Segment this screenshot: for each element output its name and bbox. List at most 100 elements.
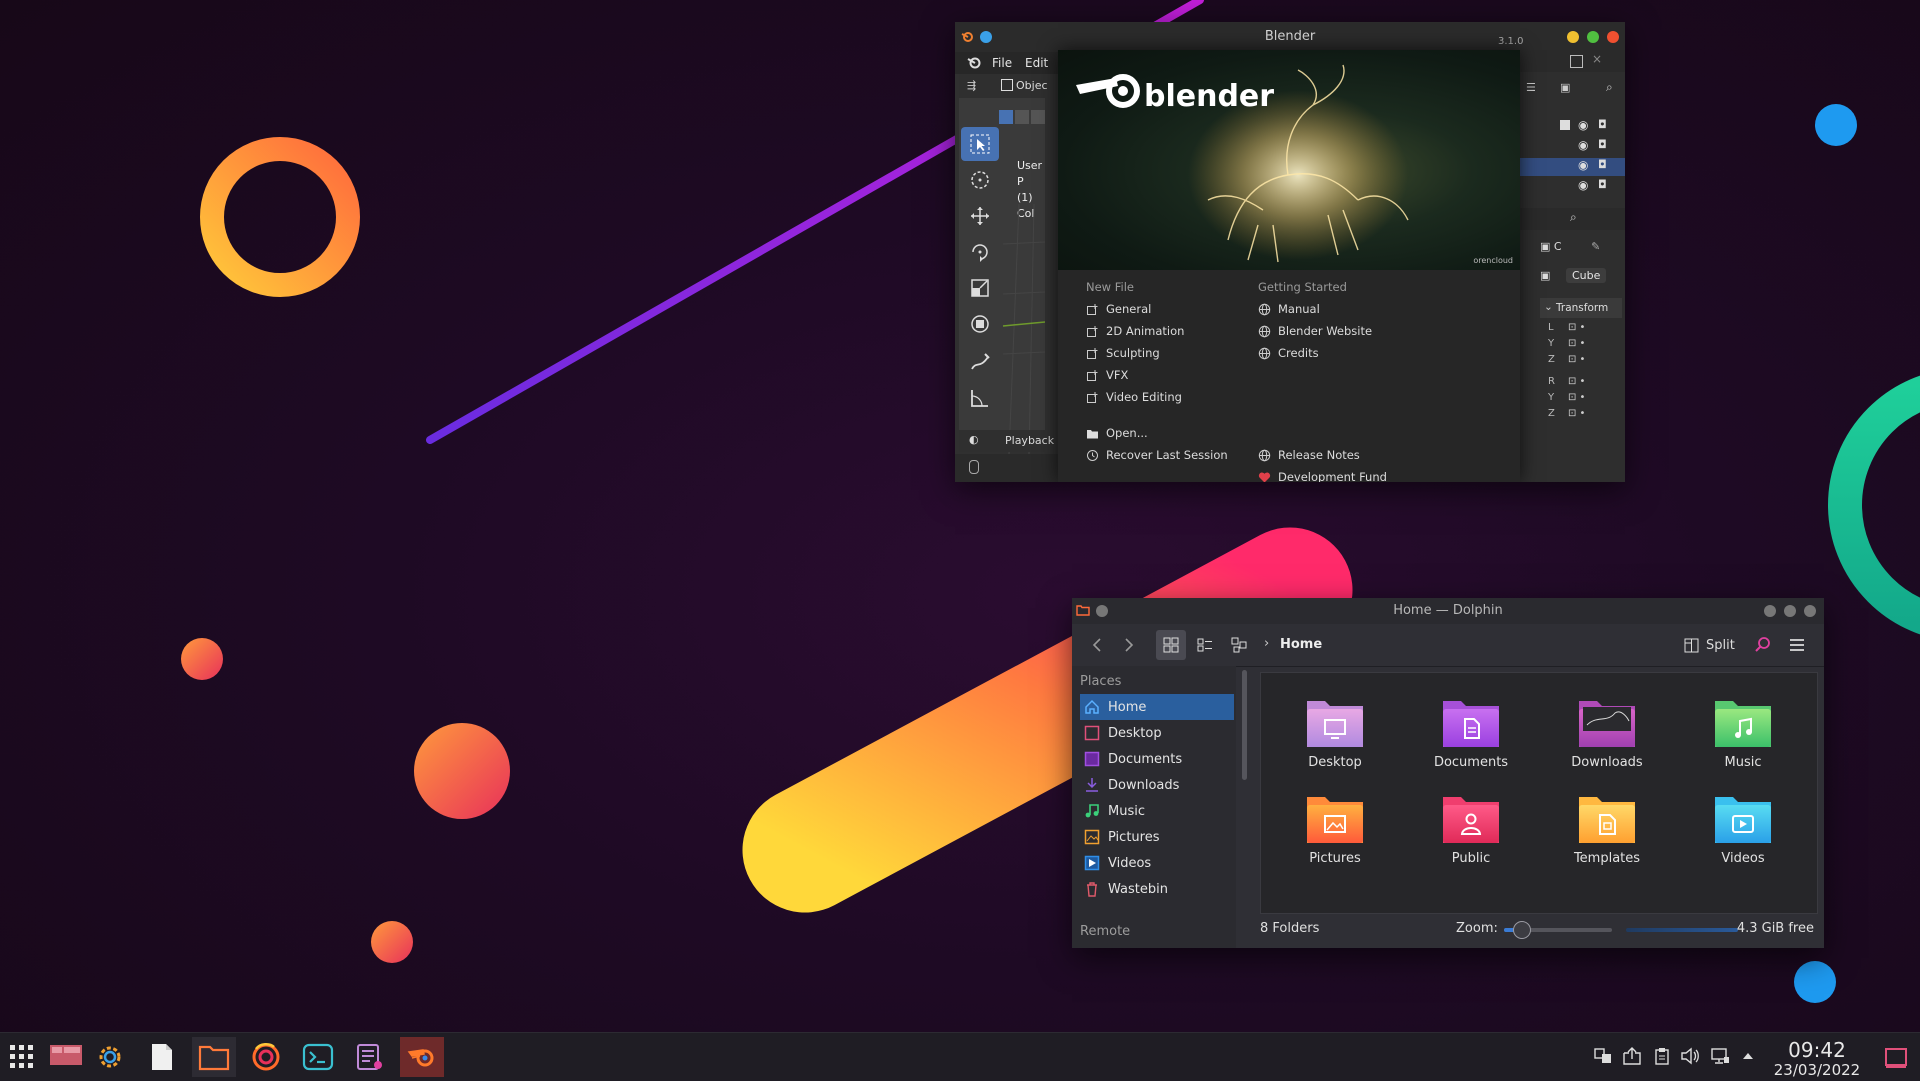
new-video-editing[interactable]: Video Editing	[1086, 386, 1228, 408]
app-launcher-button[interactable]	[0, 1037, 44, 1077]
place-music[interactable]: Music	[1080, 798, 1234, 824]
render-camera-icon[interactable]: ◘	[1598, 118, 1607, 131]
place-pictures[interactable]: Pictures	[1080, 824, 1234, 850]
playback-menu[interactable]: Playback	[1005, 434, 1054, 447]
split-button[interactable]: Split	[1684, 634, 1735, 656]
remove-scene-icon[interactable]: ×	[1592, 52, 1602, 66]
text-file-launcher[interactable]	[140, 1037, 184, 1077]
place-downloads[interactable]: Downloads	[1080, 772, 1234, 798]
transform-axis-row[interactable]: Y ⊡ •	[1542, 392, 1612, 406]
timeline-editor-icon[interactable]: ◐	[969, 433, 979, 446]
visibility-eye-icon[interactable]: ◉	[1578, 158, 1588, 172]
zoom-slider-handle[interactable]	[1512, 921, 1531, 939]
transform-axis-row[interactable]: Y ⊡ •	[1542, 338, 1612, 352]
close-button[interactable]	[1804, 605, 1816, 617]
render-camera-icon[interactable]: ◘	[1598, 178, 1607, 191]
folder-desktop[interactable]: Desktop	[1285, 695, 1385, 770]
lock-icon[interactable]: ⊡ •	[1568, 338, 1585, 349]
minimize-button[interactable]	[1567, 31, 1579, 43]
folder-videos[interactable]: Videos	[1693, 791, 1793, 866]
visibility-eye-icon[interactable]: ◉	[1578, 178, 1588, 192]
outliner-editor-icon[interactable]: ☰	[1526, 81, 1536, 94]
select-extend-icon[interactable]	[1015, 110, 1029, 124]
new-sculpting[interactable]: Sculpting	[1086, 342, 1228, 364]
place-home[interactable]: Home	[1080, 694, 1234, 720]
lock-icon[interactable]: ⊡ •	[1568, 408, 1585, 419]
outliner-search-icon[interactable]: ⌕	[1606, 80, 1613, 95]
new-scene-icon[interactable]	[1570, 55, 1583, 68]
icons-view-button[interactable]	[1156, 630, 1186, 660]
object-name-field[interactable]: ▣ Cube	[1540, 268, 1620, 286]
new-vfx[interactable]: VFX	[1086, 364, 1228, 386]
firefox-launcher[interactable]	[244, 1037, 288, 1077]
pin-icon[interactable]: ✎	[1591, 240, 1600, 253]
digital-clock[interactable]: 09:42 23/03/2022	[1762, 1039, 1872, 1079]
zoom-slider[interactable]	[1504, 921, 1612, 939]
volume-icon[interactable]	[1680, 1047, 1700, 1065]
folder-downloads[interactable]: Downloads	[1557, 695, 1657, 770]
forward-button[interactable]	[1114, 630, 1144, 660]
breadcrumb-home[interactable]: Home	[1280, 637, 1322, 652]
lock-icon[interactable]: ⊡ •	[1568, 354, 1585, 365]
compact-view-button[interactable]	[1190, 630, 1220, 660]
folder-public[interactable]: Public	[1421, 791, 1521, 866]
tray-expand-arrow-icon[interactable]	[1742, 1051, 1754, 1061]
desktop-pager[interactable]	[44, 1035, 88, 1075]
search-button[interactable]	[1748, 630, 1778, 660]
place-videos[interactable]: Videos	[1080, 850, 1234, 876]
object-name[interactable]: Cube	[1566, 268, 1607, 283]
folder-pictures[interactable]: Pictures	[1285, 791, 1385, 866]
back-button[interactable]	[1082, 630, 1112, 660]
select-box-tool[interactable]	[961, 127, 999, 161]
outliner-row-collection[interactable]: ◉ ◘	[1520, 118, 1625, 136]
lock-icon[interactable]: ⊡ •	[1568, 392, 1585, 403]
transform-axis-row[interactable]: Z ⊡ •	[1542, 408, 1612, 422]
select-subtract-icon[interactable]	[1031, 110, 1045, 124]
folder-music[interactable]: Music	[1693, 695, 1793, 770]
menu-file[interactable]: File	[992, 56, 1012, 70]
link-development-fund[interactable]: Development Fund	[1258, 466, 1387, 482]
clipboard-icon[interactable]	[1654, 1047, 1670, 1065]
outliner-row-cube[interactable]: ◉ ◘	[1520, 158, 1625, 176]
lock-icon[interactable]: ⊡ •	[1568, 322, 1585, 333]
checkbox-icon[interactable]	[1560, 120, 1570, 130]
editor-type-icon[interactable]: ⇶	[967, 79, 976, 92]
render-camera-icon[interactable]: ◘	[1598, 158, 1607, 171]
annotate-tool[interactable]	[961, 345, 999, 379]
language-icon[interactable]	[1594, 1047, 1612, 1065]
new-general[interactable]: General	[1086, 298, 1228, 320]
link-blender-website[interactable]: Blender Website	[1258, 320, 1387, 342]
minimize-button[interactable]	[1764, 605, 1776, 617]
properties-search-icon[interactable]: ⌕	[1570, 210, 1577, 225]
clipboard-upload-icon[interactable]	[1622, 1047, 1642, 1065]
system-settings-launcher[interactable]	[88, 1037, 132, 1077]
cursor-tool[interactable]	[961, 163, 999, 197]
transform-axis-row[interactable]: Z ⊡ •	[1542, 354, 1612, 368]
blender-task[interactable]	[400, 1037, 444, 1077]
filter-icon[interactable]: ▣	[1560, 81, 1570, 94]
render-camera-icon[interactable]: ◘	[1598, 138, 1607, 151]
measure-tool[interactable]	[961, 381, 999, 415]
recover-last-session[interactable]: Recover Last Session	[1086, 444, 1228, 466]
select-new-icon[interactable]	[999, 110, 1013, 124]
file-view[interactable]: Desktop Documents Downloads Music Pictur…	[1260, 672, 1818, 914]
show-desktop-icon[interactable]	[1884, 1047, 1908, 1069]
hamburger-menu-button[interactable]	[1782, 630, 1812, 660]
network-icon[interactable]	[1710, 1047, 1730, 1065]
object-mode-dropdown[interactable]: Objec	[1016, 79, 1048, 92]
menu-edit[interactable]: Edit	[1025, 56, 1048, 70]
blender-logo-icon[interactable]	[967, 55, 981, 69]
place-wastebin[interactable]: Wastebin	[1080, 876, 1234, 902]
select-mode-buttons[interactable]	[999, 110, 1047, 126]
link-release-notes[interactable]: Release Notes	[1258, 444, 1387, 466]
folder-documents[interactable]: Documents	[1421, 695, 1521, 770]
lock-icon[interactable]: ⊡ •	[1568, 376, 1585, 387]
terminal-launcher[interactable]	[296, 1037, 340, 1077]
visibility-eye-icon[interactable]: ◉	[1578, 138, 1588, 152]
outliner-row-light[interactable]: ◉ ◘	[1520, 178, 1625, 196]
move-tool[interactable]	[961, 199, 999, 233]
maximize-button[interactable]	[1587, 31, 1599, 43]
close-button[interactable]	[1607, 31, 1619, 43]
transform-axis-row[interactable]: R ⊡ •	[1542, 376, 1612, 390]
object-type-icon[interactable]: ▣	[1540, 269, 1550, 282]
